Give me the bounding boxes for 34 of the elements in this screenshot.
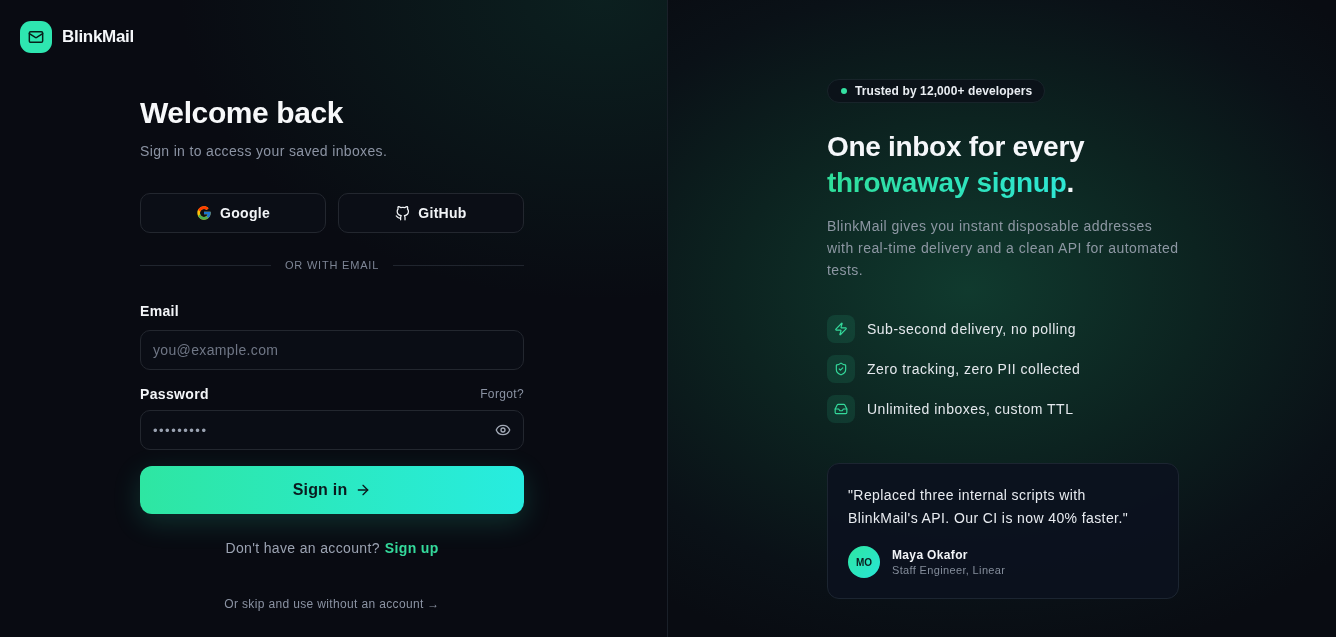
shield-check-icon	[834, 362, 848, 376]
page-subtitle: Sign in to access your saved inboxes.	[140, 142, 389, 161]
page-title: Welcome back	[140, 95, 345, 131]
hero-description: BlinkMail gives you instant disposable addresses with real-time delivery and a clean API for automated tests.	[827, 217, 1180, 280]
field-label: Email	[140, 303, 180, 319]
avatar-initials: MO	[848, 546, 880, 578]
social-sign-in-button[interactable]: GitHub	[338, 193, 524, 233]
author-name: Maya Okafor	[892, 548, 969, 562]
password-field[interactable]: •••••••••	[140, 410, 524, 450]
skip-link[interactable]: Or skip and use without an account →	[224, 594, 440, 614]
testimonial-quote: "Replaced three internal scripts with BlinkMail's API. Our CI is now 40% faster."	[848, 486, 1130, 528]
author-role: Staff Engineer, Linear	[892, 564, 1006, 576]
badge-label: Trusted by 12,000+ developers	[855, 84, 1033, 98]
field-label: Password	[140, 386, 209, 402]
hero-headline: One inbox for every throwaway signup.	[827, 130, 1085, 200]
feature-text: Unlimited inboxes, custom TTL	[867, 401, 1074, 417]
inbox-tray-icon	[834, 402, 848, 416]
google-g-icon	[196, 205, 212, 221]
sign-in-button[interactable]: Sign in	[140, 466, 524, 514]
brand-name: BlinkMail	[62, 27, 134, 47]
social-sign-in-button[interactable]: Google	[140, 193, 326, 233]
divider-label: OR WITH EMAIL	[284, 259, 380, 271]
status-dot-icon	[841, 88, 847, 94]
forgot-password-link[interactable]: Forgot?	[480, 386, 524, 402]
show-password-button[interactable]	[495, 422, 511, 438]
lightning-bolt-icon	[834, 322, 848, 336]
feature-text: Sub-second delivery, no polling	[867, 321, 1077, 337]
logo-mail-icon	[20, 21, 52, 53]
feature-text: Zero tracking, zero PII collected	[867, 361, 1081, 377]
github-cat-icon	[395, 205, 411, 221]
email-field[interactable]: you@example.com	[140, 330, 524, 370]
sign-up-link[interactable]: Sign up	[384, 538, 439, 558]
eye-icon	[495, 422, 511, 438]
signup-prompt: Don't have an account?	[225, 539, 380, 558]
